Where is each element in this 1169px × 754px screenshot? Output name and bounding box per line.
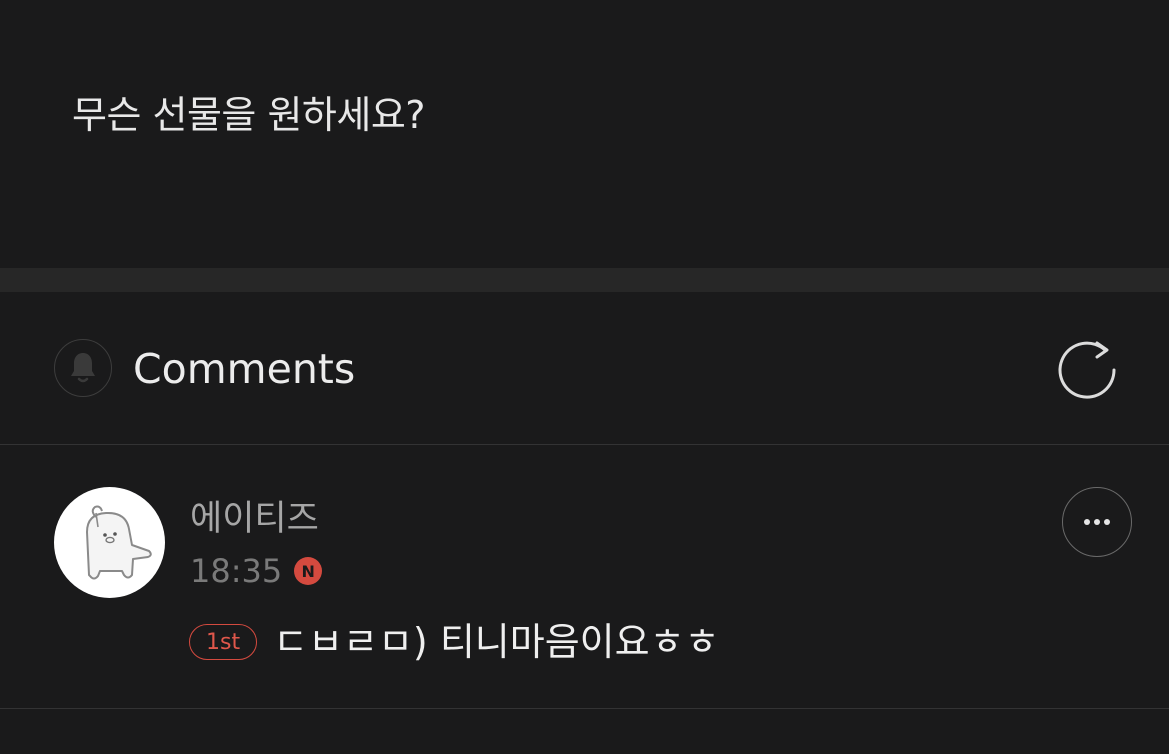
page: 무슨 선물을 원하세요? Comments 에이티즈 18:35 N 1st ㄷ… (0, 0, 1169, 754)
comments-title: Comments (133, 345, 356, 393)
post-question: 무슨 선물을 원하세요? (72, 93, 425, 137)
comment-item: 에이티즈 18:35 N 1st ㄷㅂㄹㅁ) 티니마음이요ㅎㅎ (0, 445, 1169, 709)
comment-timestamp: 18:35 (190, 552, 283, 590)
section-divider (0, 268, 1169, 292)
avatar-illustration (86, 505, 152, 580)
avatar[interactable] (54, 487, 165, 598)
bell-icon (71, 353, 95, 383)
comment-author[interactable]: 에이티즈 (190, 497, 319, 541)
comments-header: Comments (0, 292, 1169, 445)
refresh-icon (1058, 341, 1116, 399)
refresh-button[interactable] (1055, 336, 1119, 400)
comment-body: 1st ㄷㅂㄹㅁ) 티니마음이요ㅎㅎ (189, 620, 720, 664)
rank-badge: 1st (189, 624, 258, 660)
comment-meta: 18:35 N (190, 551, 323, 591)
new-badge: N (294, 557, 323, 585)
more-options-button[interactable] (1062, 487, 1132, 557)
notification-bell-button[interactable] (54, 339, 112, 397)
comment-text: ㄷㅂㄹㅁ) 티니마음이요ㅎㅎ (273, 620, 720, 664)
more-horizontal-icon (1084, 519, 1110, 525)
